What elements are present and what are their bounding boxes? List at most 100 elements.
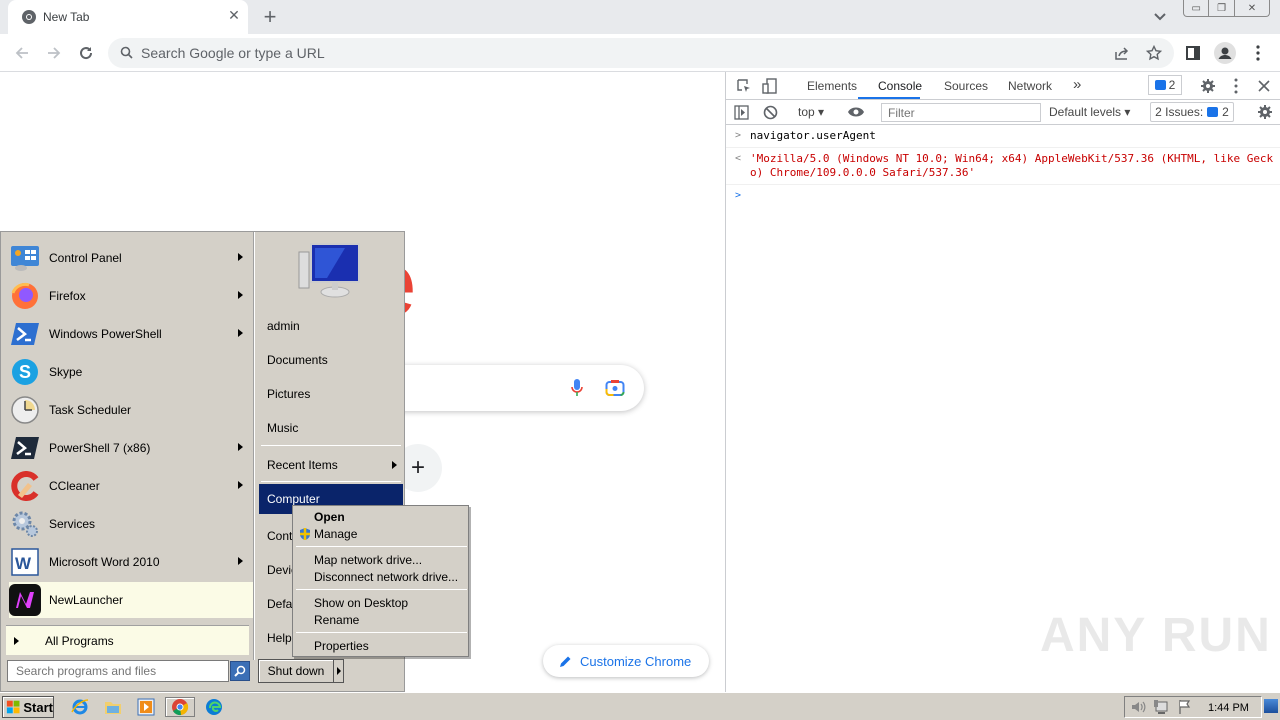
all-programs-arrow-icon xyxy=(14,636,19,645)
start-item-windows-powershell[interactable]: Windows PowerShell xyxy=(9,316,253,352)
ctx-disconnect-network-drive[interactable]: Disconnect network drive... xyxy=(314,568,458,585)
start-search-input[interactable] xyxy=(7,660,229,682)
start-place-music[interactable]: Music xyxy=(259,414,403,442)
devtools-tab-elements[interactable]: Elements xyxy=(807,79,857,93)
action-center-flag-icon[interactable] xyxy=(1177,699,1193,715)
close-window-button[interactable]: ✕ xyxy=(1235,0,1269,16)
log-levels-dropdown[interactable]: Default levels ▾ xyxy=(1049,105,1130,119)
clear-console-icon[interactable] xyxy=(763,105,778,120)
taskbar-explorer[interactable] xyxy=(101,697,125,717)
start-place-pictures[interactable]: Pictures xyxy=(259,380,403,408)
reload-button[interactable] xyxy=(75,42,97,64)
share-button[interactable] xyxy=(1111,42,1133,64)
start-item-services[interactable]: Services xyxy=(9,506,253,542)
chrome-menu-button[interactable] xyxy=(1247,42,1269,64)
separator xyxy=(261,481,401,482)
start-item-task-scheduler[interactable]: Task Scheduler xyxy=(9,392,253,428)
devtools-tab-sources[interactable]: Sources xyxy=(944,79,988,93)
messages-count: 2 xyxy=(1168,78,1176,92)
start-programs-list: Control Panel Firefox Windows PowerShell… xyxy=(5,236,253,660)
start-item-newlauncher[interactable]: NewLauncher xyxy=(9,582,253,618)
submenu-arrow-icon xyxy=(238,443,243,451)
issues-button[interactable]: 2 Issues: 2 xyxy=(1150,102,1234,122)
input-prompt-icon: > xyxy=(735,130,742,141)
ctx-show-on-desktop[interactable]: Show on Desktop xyxy=(314,594,408,611)
start-item-control-panel[interactable]: Control Panel xyxy=(9,240,253,276)
device-toolbar-icon[interactable] xyxy=(762,77,778,95)
magnifier-icon xyxy=(234,665,246,677)
console-result-text: 'Mozilla/5.0 (Windows NT 10.0; Win64; x6… xyxy=(750,152,1274,179)
start-item-label: Services xyxy=(49,517,96,531)
bookmark-button[interactable] xyxy=(1143,42,1165,64)
submenu-arrow-icon xyxy=(238,329,243,337)
console-output: > navigator.userAgent < 'Mozilla/5.0 (Wi… xyxy=(726,125,1280,205)
tab-search-chevron-icon[interactable] xyxy=(1152,8,1168,24)
start-item-label: Task Scheduler xyxy=(49,403,132,417)
network-icon[interactable] xyxy=(1153,699,1169,715)
devtools-tab-network[interactable]: Network xyxy=(1008,79,1052,93)
shutdown-options-button[interactable] xyxy=(334,659,344,683)
new-tab-button[interactable]: + xyxy=(260,4,280,30)
taskbar-chrome[interactable] xyxy=(165,697,195,717)
all-programs-button[interactable]: All Programs xyxy=(6,625,249,655)
image-search-icon[interactable] xyxy=(605,379,625,397)
word-icon: W xyxy=(9,546,41,578)
message-icon xyxy=(1154,80,1166,90)
ctx-manage[interactable]: Manage xyxy=(314,525,357,542)
voice-search-icon[interactable] xyxy=(570,378,584,398)
back-button[interactable] xyxy=(11,42,33,64)
restore-button[interactable]: ❐ xyxy=(1209,0,1235,16)
shutdown-button[interactable]: Shut down xyxy=(258,659,334,683)
messages-badge[interactable]: 2 xyxy=(1148,75,1182,95)
devtools-tab-console[interactable]: Console xyxy=(878,79,922,93)
ctx-rename[interactable]: Rename xyxy=(314,611,359,628)
folder-icon xyxy=(105,702,121,714)
taskbar-internet-explorer[interactable] xyxy=(68,697,92,717)
profile-button[interactable] xyxy=(1214,42,1236,64)
result-arrow-icon: < xyxy=(735,153,742,164)
start-item-microsoft-word-2010[interactable]: W Microsoft Word 2010 xyxy=(9,544,253,580)
start-place-recent-items[interactable]: Recent Items xyxy=(259,451,403,479)
tab-new-tab[interactable]: New Tab ✕ xyxy=(8,0,248,34)
more-tabs-button[interactable]: » xyxy=(1073,76,1081,93)
console-settings-gear-icon[interactable] xyxy=(1257,104,1273,120)
ctx-open[interactable]: Open xyxy=(314,508,345,525)
tab-strip: New Tab ✕ + ▭ ❐ ✕ xyxy=(0,0,1280,34)
customize-chrome-button[interactable]: Customize Chrome xyxy=(543,645,709,677)
console-input-text: navigator.userAgent xyxy=(750,129,876,142)
show-desktop-button[interactable] xyxy=(1264,699,1278,713)
inspect-element-icon[interactable] xyxy=(736,78,752,94)
clock[interactable]: 1:44 PM xyxy=(1208,702,1249,714)
start-item-firefox[interactable]: Firefox xyxy=(9,278,253,314)
start-search-button[interactable] xyxy=(230,661,250,681)
console-prompt[interactable]: > xyxy=(726,185,1280,205)
close-devtools-icon[interactable] xyxy=(1258,80,1270,92)
separator xyxy=(296,589,467,590)
ctx-properties[interactable]: Properties xyxy=(314,637,369,654)
settings-gear-icon[interactable] xyxy=(1200,78,1216,94)
taskbar-media-player[interactable] xyxy=(134,697,158,717)
recent-items-label: Recent Items xyxy=(267,458,338,472)
taskbar-edge[interactable] xyxy=(202,697,226,717)
minimize-button[interactable]: ▭ xyxy=(1184,0,1210,16)
submenu-arrow-icon xyxy=(238,557,243,565)
start-item-skype[interactable]: S Skype xyxy=(9,354,253,390)
omnibox-input[interactable] xyxy=(141,38,1041,68)
ctx-map-network-drive[interactable]: Map network drive... xyxy=(314,551,422,568)
start-item-ccleaner[interactable]: CCleaner xyxy=(9,468,253,504)
context-selector[interactable]: top ▾ xyxy=(798,105,824,119)
omnibox[interactable] xyxy=(108,38,1174,68)
devtools-menu-icon[interactable] xyxy=(1234,78,1238,94)
start-place-admin[interactable]: admin xyxy=(259,312,403,340)
console-filter-input[interactable] xyxy=(881,103,1041,122)
start-item-powershell-7[interactable]: PowerShell 7 (x86) xyxy=(9,430,253,466)
start-button[interactable]: Start xyxy=(2,696,54,718)
submenu-arrow-icon xyxy=(392,461,397,469)
sidebar-toggle-icon[interactable] xyxy=(734,105,749,120)
forward-button[interactable] xyxy=(43,42,65,64)
tab-close-icon[interactable]: ✕ xyxy=(225,7,243,24)
live-expression-eye-icon[interactable] xyxy=(847,106,865,118)
volume-icon[interactable] xyxy=(1130,700,1146,714)
start-place-documents[interactable]: Documents xyxy=(259,346,403,374)
side-panel-button[interactable] xyxy=(1182,42,1204,64)
